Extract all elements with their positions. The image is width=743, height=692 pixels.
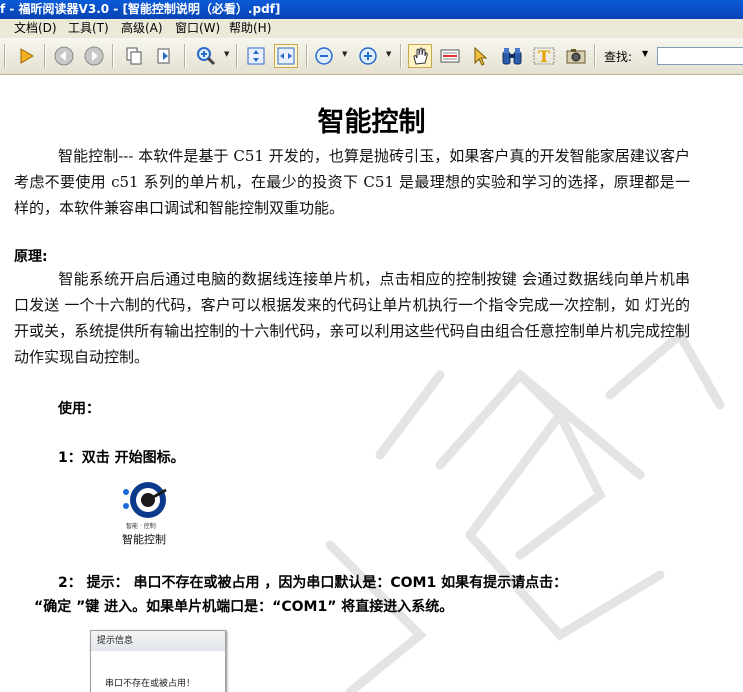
menu-advanced[interactable]: 高级(A) <box>121 19 163 38</box>
fit-page-icon[interactable] <box>244 44 268 68</box>
menu-help[interactable]: 帮助(H) <box>229 19 271 38</box>
toolbar-separator <box>306 44 307 68</box>
forward-icon[interactable] <box>82 44 106 68</box>
pointer-icon[interactable] <box>468 44 492 68</box>
toolbar-separator <box>400 44 401 68</box>
find-input[interactable] <box>657 47 743 65</box>
copy-page-icon[interactable] <box>122 44 146 68</box>
hand-tool-icon[interactable] <box>408 44 432 68</box>
dialog-screenshot: 提示信息 串口不存在或被占用！ <box>90 630 226 692</box>
toolbar-separator <box>236 44 237 68</box>
menu-bar: 文档(D) 工具(T) 高级(A) 窗口(W) 帮助(H) <box>0 19 743 38</box>
dialog-message: 串口不存在或被占用！ <box>105 679 196 689</box>
principle-paragraph: 智能系统开启后通过电脑的数据线连接单片机，点击相应的控制按键 会通过数据线向单片… <box>14 266 690 370</box>
document-view[interactable]: 智能控制 智能控制--- 本软件是基于 C51 开发的，也算是抛砖引玉，如果客户… <box>0 75 743 692</box>
toolbar-separator <box>44 44 45 68</box>
snapshot-icon[interactable] <box>564 44 588 68</box>
find-options-dropdown[interactable]: ▼ <box>642 49 648 58</box>
window-title: f - 福昕阅读器V3.0 - [智能控制说明（必看）.pdf] <box>0 2 281 16</box>
usage-heading: 使用： <box>58 401 100 417</box>
binoculars-icon[interactable] <box>500 44 524 68</box>
menu-window[interactable]: 窗口(W) <box>175 19 220 38</box>
text-select-icon[interactable] <box>438 44 462 68</box>
menu-tools[interactable]: 工具(T) <box>68 19 109 38</box>
menu-document[interactable]: 文档(D) <box>14 19 57 38</box>
dialog-title: 提示信息 <box>91 631 225 651</box>
step-2-line-2: “确定 ”键 进入。如果单片机端口是：“COM1” 将直接进入系统。 <box>34 599 454 615</box>
toolbar-separator <box>184 44 185 68</box>
back-icon[interactable] <box>52 44 76 68</box>
zoom-in-icon[interactable] <box>194 44 218 68</box>
intro-text: 智能控制--- 本软件是基于 C51 开发的，也算是抛砖引玉，如果客户真的开发智… <box>14 147 690 217</box>
step-2-line-1: 2： 提示： 串口不存在或被占用 ，因为串口默认是：COM1 如果有提示请点击： <box>58 575 568 591</box>
principle-heading: 原理: <box>14 249 48 265</box>
page-nav-icon[interactable] <box>152 44 176 68</box>
toolbar-separator <box>4 44 5 68</box>
play-icon[interactable] <box>14 44 38 68</box>
fit-width-icon[interactable] <box>274 44 298 68</box>
find-label: 查找: <box>604 50 633 64</box>
document-title: 智能控制 <box>317 107 426 138</box>
zoom-out-dropdown-arrow[interactable]: ▼ <box>342 50 347 58</box>
principle-text: 智能系统开启后通过电脑的数据线连接单片机，点击相应的控制按键 会通过数据线向单片… <box>14 270 690 366</box>
toolbar-separator <box>594 44 595 68</box>
step-1-text: 1：双击 开始图标。 <box>58 450 185 466</box>
svg-text:T: T <box>538 47 550 66</box>
zoom-plus-dropdown-arrow[interactable]: ▼ <box>386 50 391 58</box>
svg-text:智能 · 控制: 智能 · 控制 <box>126 522 156 530</box>
app-icon-caption: 智能控制 <box>122 533 166 546</box>
typewriter-icon[interactable]: T <box>532 44 556 68</box>
intro-paragraph: 智能控制--- 本软件是基于 C51 开发的，也算是抛砖引玉，如果客户真的开发智… <box>14 143 690 221</box>
zoom-dropdown-arrow[interactable]: ▼ <box>224 50 229 58</box>
zoom-in-plus-icon[interactable] <box>356 44 380 68</box>
zoom-out-minus-icon[interactable] <box>312 44 336 68</box>
toolbar-separator <box>112 44 113 68</box>
window-title-bar: f - 福昕阅读器V3.0 - [智能控制说明（必看）.pdf] <box>0 0 743 19</box>
toolbar: ▼ ▼ ▼ T 查找: ▼ <box>0 38 743 75</box>
